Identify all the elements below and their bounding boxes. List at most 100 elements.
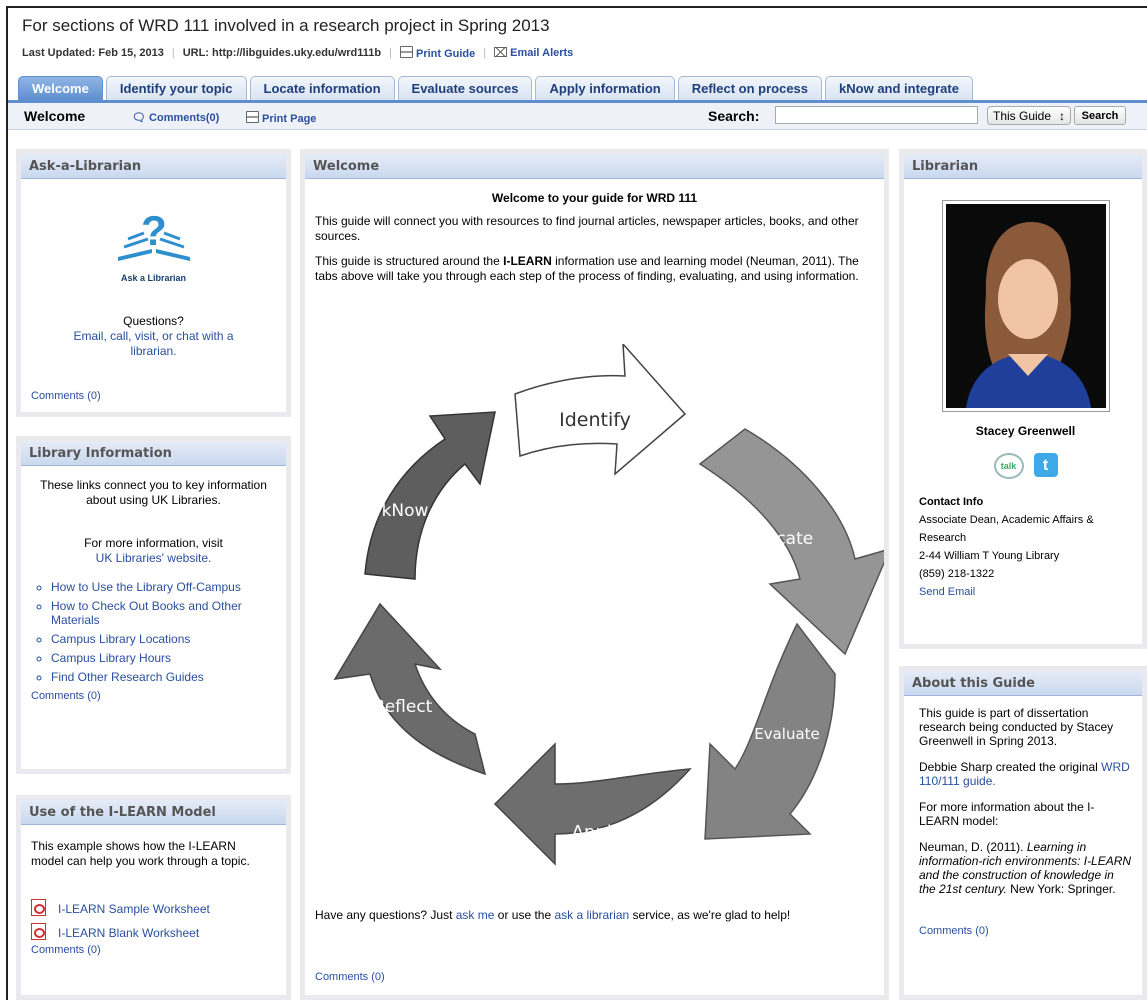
pdf-icon — [31, 899, 46, 916]
arrow-locate: Locate — [698, 428, 884, 656]
librarian-phone: (859) 218-1322 — [919, 568, 995, 580]
page-title: For sections of WRD 111 involved in a re… — [22, 16, 550, 35]
cycle-label-know: kNow — [382, 501, 429, 521]
printer-icon — [246, 111, 259, 123]
current-page-name: Welcome — [24, 108, 86, 124]
library-information-panel: Library Information These links connect … — [16, 436, 291, 774]
book-question-icon: ? — [117, 207, 190, 261]
librarian-name: Stacey Greenwell — [975, 424, 1076, 438]
email-alerts-link[interactable]: Email Alerts — [494, 47, 573, 59]
about-more: For more information about the I-LEARN m… — [919, 800, 1095, 828]
tab-identify-your-topic[interactable]: Identify your topic — [105, 76, 247, 100]
separator: | — [389, 47, 392, 59]
search-button[interactable]: Search — [1074, 106, 1126, 125]
pdf-icon — [31, 923, 46, 940]
worksheet-link-sample[interactable]: I-LEARN Sample Worksheet — [31, 899, 276, 917]
list-item[interactable]: How to Check Out Books and Other Materia… — [51, 599, 276, 627]
welcome-structure: This guide is structured around the I-LE… — [315, 254, 859, 283]
panel-title: Librarian — [904, 154, 1142, 179]
cycle-label-identify: Identify — [559, 409, 631, 431]
arrow-apply: Apply — [493, 742, 692, 866]
portrait-image — [945, 204, 1106, 408]
comments-link[interactable]: Comments (0) — [31, 689, 276, 704]
comments-link[interactable]: Comments (0) — [31, 389, 276, 404]
last-updated: Last Updated: Feb 15, 2013 — [22, 47, 164, 59]
tab-apply-information[interactable]: Apply information — [535, 76, 675, 100]
comment-icon: 🗨 — [132, 112, 150, 124]
welcome-heading: Welcome to your guide for WRD 111 — [491, 191, 698, 205]
panel-title: Library Information — [21, 441, 286, 466]
cycle-label-reflect: Reflect — [374, 697, 433, 717]
librarian-panel: Librarian Stacey Greenwell talk t Contac… — [899, 149, 1147, 649]
list-item[interactable]: Campus Library Locations — [51, 632, 276, 646]
arrow-evaluate: Evaluate — [704, 622, 836, 840]
panel-title: Ask-a-Librarian — [21, 154, 286, 179]
librarian-photo — [941, 200, 1110, 412]
twitter-icon[interactable]: t — [1033, 453, 1058, 477]
ask-librarian-link[interactable]: ask a librarian — [554, 908, 629, 922]
arrow-identify: Identify — [514, 344, 687, 476]
separator: | — [483, 47, 487, 59]
tab-locate-information[interactable]: Locate information — [249, 76, 395, 100]
envelope-icon — [494, 47, 508, 57]
page-toolbar: Welcome 🗨 Comments(0) Print Page Search:… — [8, 103, 1147, 130]
welcome-panel: Welcome Welcome to your guide for WRD 11… — [300, 149, 889, 1000]
library-more-text: For more information, visit — [84, 536, 223, 550]
svg-text:?: ? — [141, 209, 167, 254]
search-input[interactable] — [775, 106, 978, 124]
gtalk-icon[interactable]: talk — [993, 453, 1024, 479]
contact-librarian-link[interactable]: Email, call, visit, or chat with a libra… — [31, 329, 276, 359]
logo-text: Ask a Librarian — [120, 273, 187, 283]
librarian-address: 2-44 William T Young Library — [919, 550, 1060, 562]
welcome-intro: This guide will connect you with resourc… — [315, 214, 859, 243]
ilearn-cycle-diagram: Identify Locate Evaluate Apply Reflect k… — [333, 344, 884, 866]
ilearn-model-panel: Use of the I-LEARN Model This example sh… — [16, 795, 291, 1000]
panel-title: Use of the I-LEARN Model — [21, 800, 286, 825]
separator: | — [171, 47, 175, 59]
contact-info-label: Contact Info — [919, 496, 984, 508]
page-comments-link[interactable]: 🗨 Comments(0) — [132, 111, 219, 124]
list-item[interactable]: Campus Library Hours — [51, 651, 276, 665]
select-arrows-icon: ↕ — [1059, 108, 1065, 123]
questions-text: Questions? — [123, 314, 184, 328]
ask-me-link[interactable]: ask me — [456, 908, 495, 922]
search-scope-select[interactable]: This Guide ↕ — [987, 106, 1071, 125]
arrow-reflect: Reflect — [333, 602, 487, 776]
panel-title: Welcome — [305, 154, 884, 179]
library-links-list: How to Use the Library Off-Campus How to… — [31, 580, 276, 684]
send-email-link[interactable]: Send Email — [919, 583, 1132, 601]
model-description: This example shows how the I-LEARN model… — [31, 839, 250, 868]
tab-evaluate-sources[interactable]: Evaluate sources — [397, 76, 533, 100]
list-item[interactable]: How to Use the Library Off-Campus — [51, 580, 276, 594]
arrow-know: kNow — [364, 411, 496, 580]
about-reference: Neuman, D. (2011). Learning in informati… — [919, 840, 1132, 896]
tab-know-and-integrate[interactable]: kNow and integrate — [825, 76, 973, 100]
comments-link[interactable]: Comments (0) — [315, 971, 385, 983]
comments-link[interactable]: Comments (0) — [31, 943, 276, 958]
comments-link[interactable]: Comments (0) — [919, 924, 1132, 938]
cycle-label-locate: Locate — [757, 529, 813, 549]
uk-libraries-link[interactable]: UK Libraries' website. — [31, 551, 276, 566]
about-guide-panel: About this Guide This guide is part of d… — [899, 666, 1147, 1000]
welcome-closing: Have any questions? Just ask me or use t… — [315, 908, 791, 922]
guide-meta: Last Updated: Feb 15, 2013 | URL: http:/… — [22, 46, 573, 60]
library-intro: These links connect you to key informati… — [40, 478, 267, 507]
cycle-label-evaluate: Evaluate — [754, 725, 820, 743]
panel-title: About this Guide — [904, 671, 1142, 696]
librarian-role: Associate Dean, Academic Affairs & Resea… — [919, 514, 1094, 544]
guide-tabs: Welcome Identify your topic Locate infor… — [18, 76, 973, 101]
list-item[interactable]: Find Other Research Guides — [51, 670, 276, 684]
ask-librarian-logo[interactable]: ? Ask a Librarian — [104, 207, 204, 286]
tab-welcome[interactable]: Welcome — [18, 76, 103, 100]
about-text: This guide is part of dissertation resea… — [919, 706, 1114, 748]
about-credit: Debbie Sharp created the original WRD 11… — [919, 760, 1130, 788]
cycle-label-apply: Apply — [572, 822, 623, 843]
worksheet-link-blank[interactable]: I-LEARN Blank Worksheet — [31, 923, 276, 941]
print-page-link[interactable]: Print Page — [246, 111, 316, 125]
print-guide-link[interactable]: Print Guide — [399, 46, 475, 60]
guide-url: URL: http://libguides.uky.edu/wrd111b — [182, 47, 382, 59]
talk-badge-text: talk — [1000, 460, 1017, 471]
search-label: Search: — [708, 108, 760, 124]
tab-reflect-on-process[interactable]: Reflect on process — [677, 76, 823, 100]
printer-icon — [399, 46, 413, 58]
